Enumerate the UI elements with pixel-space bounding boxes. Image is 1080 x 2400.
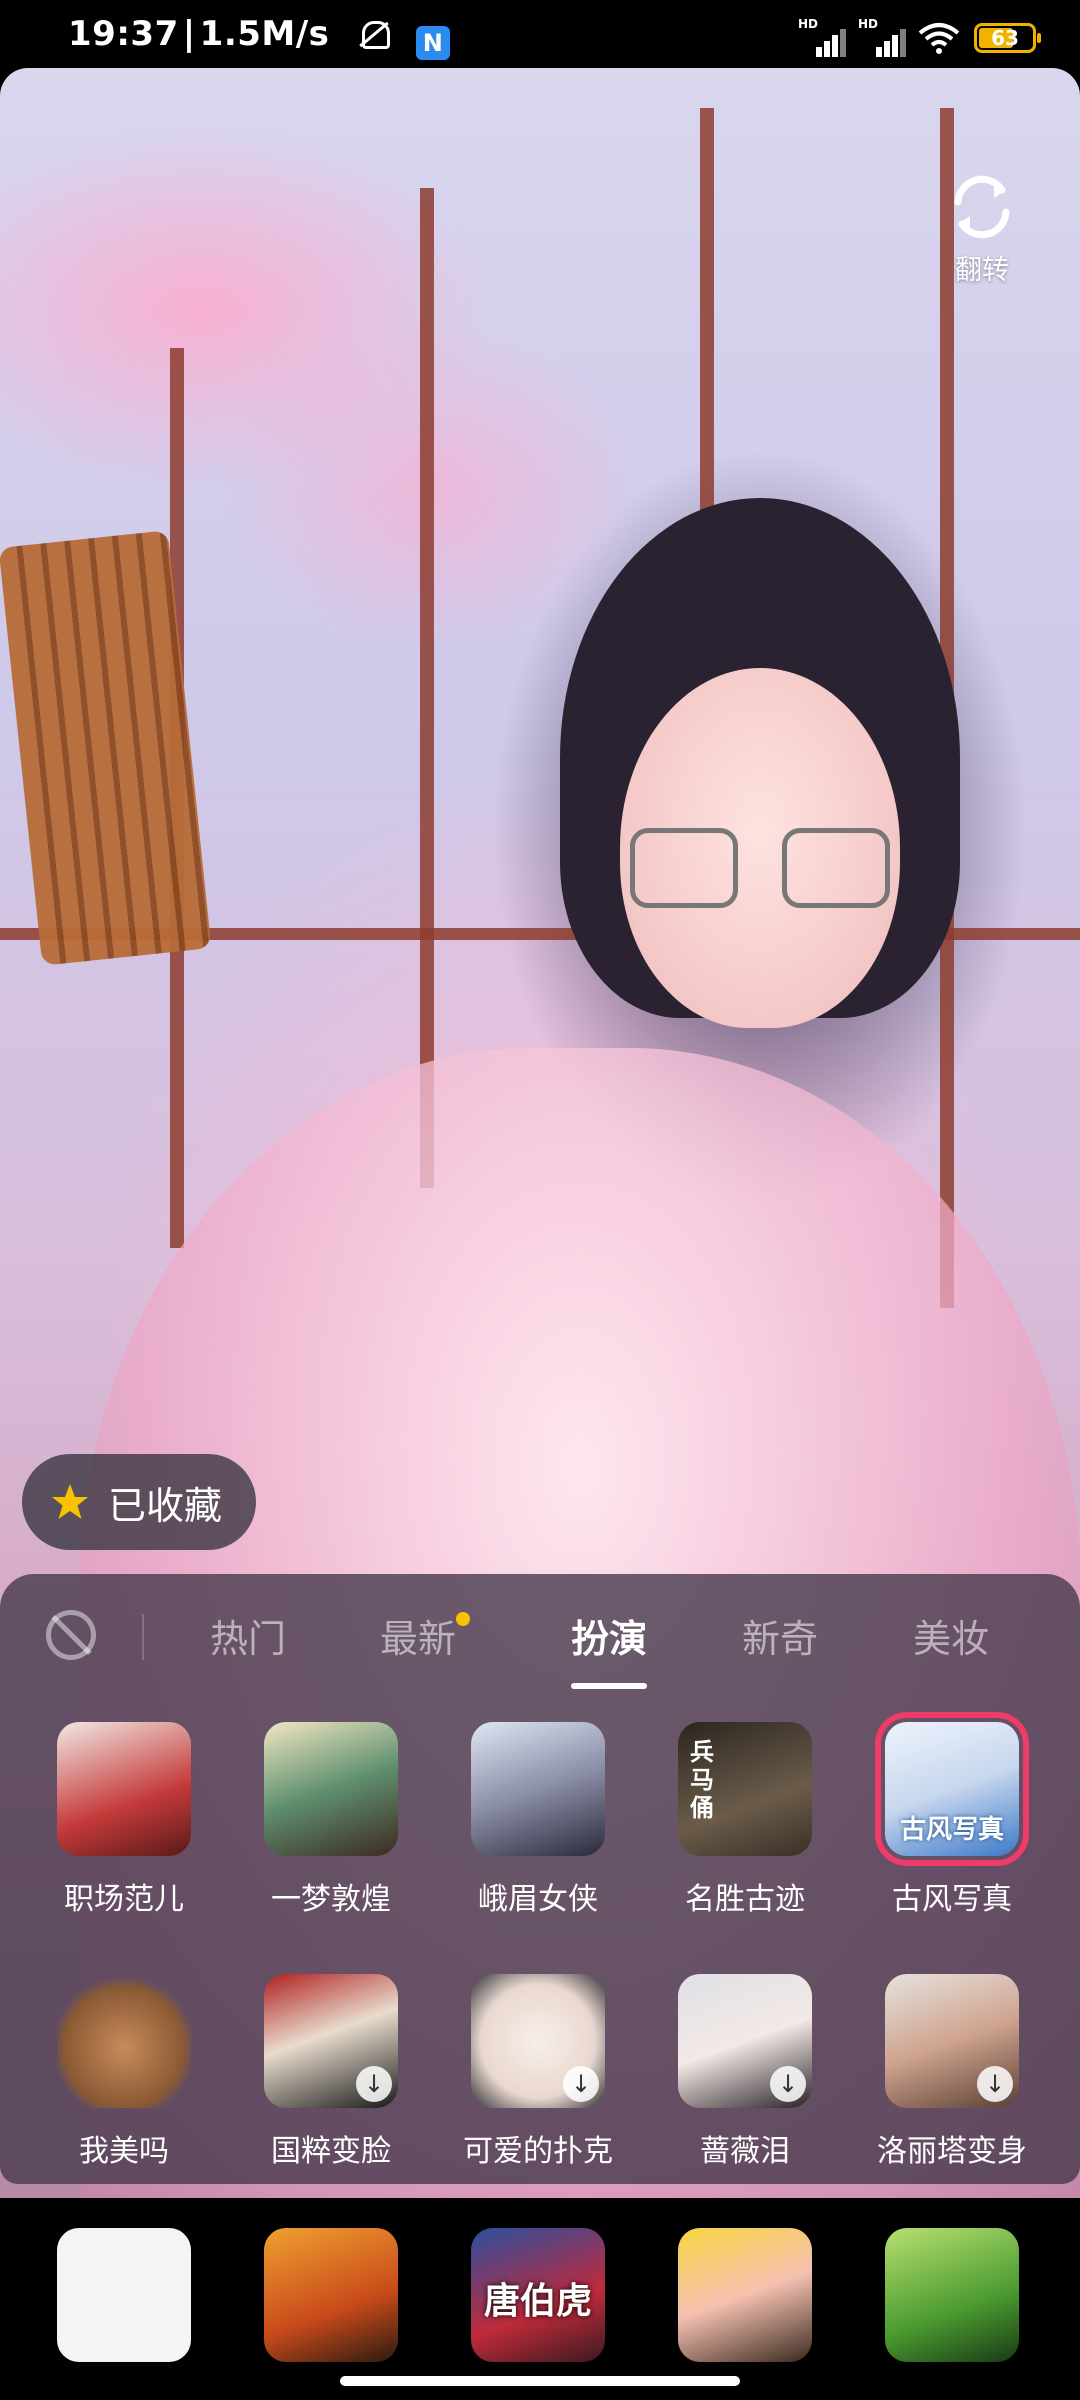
active-tab-underline [571,1683,648,1689]
new-dot-icon [456,1612,471,1626]
effect-name: 古风写真 [892,1882,1012,1917]
effect-thumbnail: 兵马俑 [678,1722,812,1856]
effect-thumbnail [57,1974,191,2108]
effect-item-selected[interactable]: 古风写真 古风写真 [857,1712,1047,1918]
download-icon: ↓ [770,2066,806,2102]
signal-icon-2: HD [858,17,906,57]
download-icon: ↓ [356,2066,392,2102]
effect-name: 峨眉女侠 [478,1882,598,1917]
signal-icon: HD [798,17,846,57]
home-indicator[interactable] [340,2376,740,2386]
effect-item[interactable]: 峨眉女侠 [443,1722,633,1918]
favorite-label: 已收藏 [108,1483,223,1528]
effect-thumbnail [57,1722,191,1856]
effect-name: 蔷薇泪 [700,2134,790,2169]
flip-camera-icon [954,175,1010,239]
mute-bell-icon [358,17,390,51]
effect-name: 洛丽塔变身 [877,2134,1027,2169]
effect-thumbnail [264,1722,398,1856]
effect-name: 名胜古迹 [685,1882,805,1917]
strip-thumbnail[interactable]: 唐伯虎 [471,2228,605,2362]
strip-thumbnail[interactable] [264,2228,398,2362]
flip-camera-label: 翻转 [955,255,1009,286]
network-speed: 1.5M/s [199,14,330,54]
bottom-effect-strip: 唐伯虎 [0,2200,1080,2400]
no-effect-icon[interactable] [46,1610,96,1660]
effect-name: 一梦敦煌 [271,1882,391,1917]
strip-thumbnail[interactable] [885,2228,1019,2362]
strip-thumbnail[interactable] [57,2228,191,2362]
download-icon: ↓ [563,2066,599,2102]
strip-thumbnail[interactable] [678,2228,812,2362]
battery-icon: 63 [974,23,1041,53]
effect-item[interactable]: 我美吗 [29,1974,219,2170]
tab-hot[interactable]: 热门 [210,1608,286,1663]
thumbnail-text: 古风写真 [899,1815,1004,1845]
effect-thumbnail: ↓ [471,1974,605,2108]
effect-name: 可爱的扑克 [463,2134,613,2169]
status-bar: 19:37 | 1.5M/s N HD HD 63 [0,0,1080,72]
effect-thumbnail [471,1722,605,1856]
window-frame [420,188,434,1188]
glasses [630,828,890,918]
effect-item[interactable]: ↓ 蔷薇泪 [650,1974,840,2170]
effect-item[interactable]: ↓ 洛丽塔变身 [857,1974,1047,2170]
favorite-chip[interactable]: 已收藏 [22,1454,257,1550]
effect-name: 职场范儿 [64,1882,184,1917]
battery-level: 63 [991,26,1019,50]
thumbnail-text: 兵马俑 [690,1738,714,1822]
effect-name: 国粹变脸 [271,2134,391,2169]
effect-item[interactable]: ↓ 可爱的扑克 [443,1974,633,2170]
tab-divider [142,1614,144,1660]
effect-item[interactable]: 兵马俑 名胜古迹 [650,1722,840,1918]
flip-camera-button[interactable]: 翻转 [922,168,1042,287]
app-notification-icon: N [416,26,451,60]
effect-thumbnail: 古风写真 [875,1712,1029,1866]
status-left: 19:37 | 1.5M/s N [68,14,451,60]
effects-panel: 热门 最新 扮演 新奇 美妆 职场范儿 一梦敦煌 峨眉女侠 兵马俑 名胜古迹 古… [0,1574,1080,2184]
tab-novel[interactable]: 新奇 [742,1608,818,1663]
star-icon [52,1484,88,1519]
effect-item[interactable]: ↓ 国粹变脸 [236,1974,426,2170]
effect-item[interactable]: 职场范儿 [29,1722,219,1918]
effect-thumbnail: ↓ [264,1974,398,2108]
effect-item[interactable]: 一梦敦煌 [236,1722,426,1918]
tab-roleplay[interactable]: 扮演 [571,1608,648,1689]
wifi-icon [918,23,960,54]
clock: 19:37 [68,14,179,54]
status-right: HD HD 63 [798,16,1041,60]
tab-new[interactable]: 最新 [380,1608,471,1663]
effect-thumbnail: ↓ [885,1974,1019,2108]
tab-makeup[interactable]: 美妆 [913,1608,989,1663]
effect-tabs: 热门 最新 扮演 新奇 美妆 [0,1574,1080,1696]
effect-thumbnail: ↓ [678,1974,812,2108]
effect-name: 我美吗 [79,2134,169,2169]
download-icon: ↓ [977,2066,1013,2102]
window-frame [700,108,714,568]
